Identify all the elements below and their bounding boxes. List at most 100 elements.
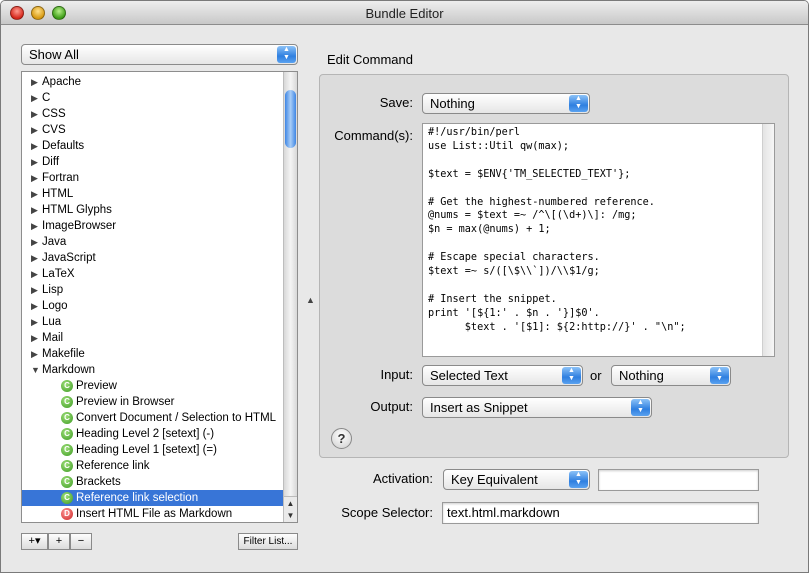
bundle-label: Apache <box>42 76 82 88</box>
disclosure-closed-icon[interactable]: ▶ <box>31 346 38 362</box>
command-scrollbar[interactable] <box>762 124 774 356</box>
scroll-up-arrow-icon[interactable]: ▲ <box>284 496 297 509</box>
popup-arrows-icon: ▲ ▼ <box>631 399 650 416</box>
bundle-filter-popup[interactable]: Show All ▲ ▼ <box>21 44 298 65</box>
splitter-collapse-icon[interactable]: ▲ <box>306 295 315 305</box>
command-row[interactable]: C Brackets <box>22 474 284 490</box>
save-popup[interactable]: Nothing ▲ ▼ <box>422 93 590 114</box>
disclosure-closed-icon[interactable]: ▶ <box>31 154 38 170</box>
disclosure-closed-icon[interactable]: ▶ <box>31 330 38 346</box>
bundle-row[interactable]: ▶ Apache <box>22 74 284 90</box>
bundle-row[interactable]: ▶ Lisp <box>22 282 284 298</box>
input-label: Input: <box>380 367 413 382</box>
bundle-row[interactable]: ▶ Fortran <box>22 170 284 186</box>
tree-scrollbar-thumb[interactable] <box>285 90 296 148</box>
command-label: Command(s): <box>334 128 413 143</box>
disclosure-closed-icon[interactable]: ▶ <box>31 250 38 266</box>
command-row[interactable]: C Preview in Browser <box>22 394 284 410</box>
tree-scrollbar[interactable]: ▲ ▼ <box>283 72 297 522</box>
popup-arrows-icon: ▲ ▼ <box>277 46 296 63</box>
disclosure-closed-icon[interactable]: ▶ <box>31 282 38 298</box>
key-equivalent-field[interactable] <box>598 469 759 491</box>
popup-arrows-icon: ▲ ▼ <box>569 471 588 488</box>
command-label: Heading Level 1 [setext] (=) <box>76 444 217 456</box>
help-button[interactable]: ? <box>331 428 352 449</box>
filter-list-button[interactable]: Filter List... <box>238 533 298 550</box>
disclosure-closed-icon[interactable]: ▶ <box>31 298 38 314</box>
bundle-row[interactable]: ▶ CVS <box>22 122 284 138</box>
command-icon: C <box>61 428 73 440</box>
input-popup[interactable]: Selected Text ▲ ▼ <box>422 365 583 386</box>
input-fallback-popup[interactable]: Nothing ▲ ▼ <box>611 365 731 386</box>
command-row[interactable]: C Preview <box>22 378 284 394</box>
command-editor[interactable]: #!/usr/bin/perl use List::Util qw(max); … <box>422 123 775 357</box>
bundle-row[interactable]: ▶ LaTeX <box>22 266 284 282</box>
scroll-down-arrow-icon[interactable]: ▼ <box>284 509 297 522</box>
bundle-tree[interactable]: ▶ Apache ▶ C ▶ CSS ▶ CVS ▶ Defaults ▶ Diff ▶ Fortran ▶… <box>21 71 298 523</box>
bundle-row[interactable]: ▶ ImageBrowser <box>22 218 284 234</box>
bundle-label: C <box>42 92 51 104</box>
command-icon: C <box>61 460 73 472</box>
input-fallback-value: Nothing <box>619 368 664 383</box>
command-label: Insert HTML File as Markdown <box>76 508 233 520</box>
bundle-row[interactable]: ▶ Makefile <box>22 346 284 362</box>
remove-item-button[interactable]: − <box>70 533 92 550</box>
add-menu-button[interactable]: +▾ <box>21 533 48 550</box>
disclosure-closed-icon[interactable]: ▶ <box>31 106 38 122</box>
save-popup-value: Nothing <box>430 96 475 111</box>
command-label: Preview <box>76 380 117 392</box>
bundle-row[interactable]: ▶ Defaults <box>22 138 284 154</box>
command-row[interactable]: C Reference link selection <box>22 490 284 506</box>
bundle-label: HTML <box>42 188 74 200</box>
command-label: Reference link selection <box>76 492 199 504</box>
disclosure-open-icon[interactable]: ▼ <box>31 362 40 378</box>
disclosure-closed-icon[interactable]: ▶ <box>31 170 38 186</box>
disclosure-closed-icon[interactable]: ▶ <box>31 314 38 330</box>
disclosure-closed-icon[interactable]: ▶ <box>31 186 38 202</box>
bundle-label: Makefile <box>42 348 85 360</box>
disclosure-closed-icon[interactable]: ▶ <box>31 122 38 138</box>
bundle-row[interactable]: ▶ Mail <box>22 330 284 346</box>
bundle-row[interactable]: ▼ Markdown <box>22 362 284 378</box>
window-title: Bundle Editor <box>365 6 444 21</box>
bundle-row[interactable]: ▶ HTML <box>22 186 284 202</box>
bundle-row[interactable]: ▶ Java <box>22 234 284 250</box>
disclosure-closed-icon[interactable]: ▶ <box>31 266 38 282</box>
disclosure-closed-icon[interactable]: ▶ <box>31 218 38 234</box>
drag-command-icon: D <box>61 508 73 520</box>
bundle-row[interactable]: ▶ Logo <box>22 298 284 314</box>
scope-selector-label: Scope Selector: <box>341 505 433 520</box>
bundle-row[interactable]: ▶ Diff <box>22 154 284 170</box>
bundle-row[interactable]: ▶ JavaScript <box>22 250 284 266</box>
activation-popup[interactable]: Key Equivalent ▲ ▼ <box>443 469 590 490</box>
bundle-row[interactable]: ▶ C <box>22 90 284 106</box>
command-label: Preview in Browser <box>76 396 175 408</box>
bundle-label: Fortran <box>42 172 80 184</box>
scope-selector-field[interactable]: text.html.markdown <box>442 502 759 524</box>
bundle-row[interactable]: ▶ CSS <box>22 106 284 122</box>
disclosure-closed-icon[interactable]: ▶ <box>31 202 38 218</box>
bundle-row[interactable]: ▶ Lua <box>22 314 284 330</box>
bundle-filter-value: Show All <box>29 47 79 62</box>
or-label: or <box>590 368 602 383</box>
bundle-label: LaTeX <box>42 268 75 280</box>
disclosure-closed-icon[interactable]: ▶ <box>31 90 38 106</box>
bundle-label: Mail <box>42 332 64 344</box>
output-popup[interactable]: Insert as Snippet ▲ ▼ <box>422 397 652 418</box>
command-row[interactable]: C Convert Document / Selection to HTML <box>22 410 284 426</box>
add-item-button[interactable]: + <box>48 533 70 550</box>
disclosure-closed-icon[interactable]: ▶ <box>31 138 38 154</box>
disclosure-closed-icon[interactable]: ▶ <box>31 74 38 90</box>
command-label: Convert Document / Selection to HTML <box>76 412 277 424</box>
command-text[interactable]: #!/usr/bin/perl use List::Util qw(max); … <box>428 126 686 335</box>
title-bar[interactable]: Bundle Editor <box>1 1 808 25</box>
command-row[interactable]: C Heading Level 1 [setext] (=) <box>22 442 284 458</box>
popup-arrows-icon: ▲ ▼ <box>562 367 581 384</box>
command-icon: C <box>61 444 73 456</box>
bundle-row[interactable]: ▶ HTML Glyphs <box>22 202 284 218</box>
command-row[interactable]: D Insert HTML File as Markdown <box>22 506 284 522</box>
command-row[interactable]: C Heading Level 2 [setext] (-) <box>22 426 284 442</box>
command-label: Heading Level 2 [setext] (-) <box>76 428 215 440</box>
disclosure-closed-icon[interactable]: ▶ <box>31 234 38 250</box>
command-row[interactable]: C Reference link <box>22 458 284 474</box>
